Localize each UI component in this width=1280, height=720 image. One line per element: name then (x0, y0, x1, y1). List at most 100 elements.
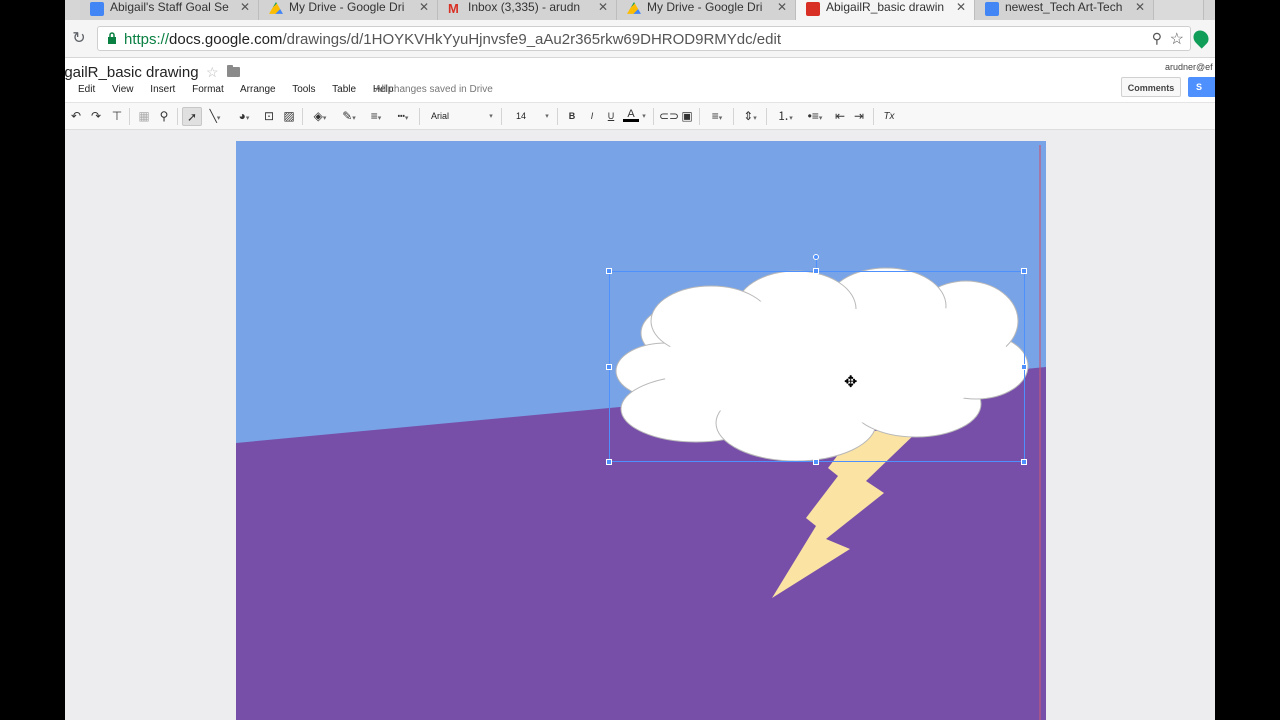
rotate-handle[interactable] (813, 254, 819, 260)
tab-basic-drawing[interactable]: AbigailR_basic drawin ✕ (796, 0, 975, 20)
bold-button[interactable]: B (565, 107, 579, 126)
lock-icon (108, 32, 116, 44)
reload-icon[interactable]: ↻ (69, 29, 89, 49)
line-weight-icon[interactable]: ≡▾ (365, 107, 387, 126)
line-tool-icon[interactable]: ╲▾ (205, 107, 225, 126)
text-box-icon[interactable]: ⊡ (261, 107, 277, 126)
google-drive-icon (627, 2, 641, 14)
resize-handle-s[interactable] (813, 459, 819, 465)
resize-handle-sw[interactable] (606, 459, 612, 465)
align-icon[interactable]: ≡▾ (705, 107, 729, 126)
comment-icon[interactable]: ▣ (679, 107, 695, 126)
close-icon[interactable]: ✕ (1135, 0, 1145, 14)
line-dash-icon[interactable]: ┅▾ (392, 107, 414, 126)
font-family-select[interactable]: Arial (431, 111, 449, 121)
drawing-canvas[interactable]: ✥ (236, 141, 1046, 720)
tab-title: Abigail's Staff Goal Se (110, 0, 229, 14)
new-tab-button[interactable] (1154, 0, 1204, 20)
star-icon[interactable]: ☆ (206, 64, 219, 81)
resize-handle-e[interactable] (1021, 364, 1027, 370)
guide-line (1039, 145, 1041, 720)
edit-toolbar: ↶ ↷ ⊤ ▦ ⚲ ➚ ╲▾ ◕▾ ⊡ ▨ ◈▾ ✎▾ ≡▾ ┅▾ Arial … (65, 102, 1215, 130)
close-icon[interactable]: ✕ (598, 0, 608, 14)
resize-handle-w[interactable] (606, 364, 612, 370)
google-drive-icon (269, 2, 283, 14)
tab-my-drive[interactable]: My Drive - Google Dri ✕ (259, 0, 438, 20)
close-icon[interactable]: ✕ (419, 0, 429, 14)
menu-table[interactable]: Table (332, 84, 356, 95)
comments-button[interactable]: Comments (1121, 77, 1181, 97)
selection-box (609, 271, 1025, 462)
close-icon[interactable]: ✕ (956, 0, 966, 14)
text-color-button[interactable]: A (623, 107, 639, 122)
save-status: All changes saved in Drive (375, 84, 493, 95)
redo-icon[interactable]: ↷ (89, 107, 103, 126)
document-title[interactable]: igailR_basic drawing (65, 64, 199, 81)
menu-arrange[interactable]: Arrange (240, 84, 276, 95)
folder-icon[interactable] (227, 65, 240, 77)
resize-handle-n[interactable] (813, 268, 819, 274)
fill-color-icon[interactable]: ◈▾ (308, 107, 332, 126)
chevron-down-icon[interactable]: ▾ (543, 107, 551, 126)
tab-tech-art[interactable]: newest_Tech Art-Tech ✕ (975, 0, 1154, 20)
zoom-fit-icon[interactable]: ▦ (137, 107, 151, 126)
undo-icon[interactable]: ↶ (69, 107, 83, 126)
google-docs-icon (90, 2, 104, 16)
numbered-list-icon[interactable]: ⒈▾ (773, 107, 797, 126)
shape-tool-icon[interactable]: ◕▾ (231, 107, 257, 126)
zoom-icon[interactable]: ⚲ (157, 107, 171, 126)
close-icon[interactable]: ✕ (777, 0, 787, 14)
gmail-icon: M (448, 1, 459, 16)
tab-my-drive-2[interactable]: My Drive - Google Dri ✕ (617, 0, 796, 20)
close-icon[interactable]: ✕ (240, 0, 250, 14)
docs-header: igailR_basic drawing ☆ Edit View Insert … (65, 58, 1215, 102)
menu-format[interactable]: Format (192, 84, 224, 95)
clear-formatting-button[interactable]: Tx (880, 107, 898, 126)
decrease-indent-icon[interactable]: ⇤ (832, 107, 848, 126)
extension-icon[interactable] (1190, 27, 1212, 49)
tab-title: My Drive - Google Dri (289, 0, 405, 14)
browser-toolbar: ↻ https://docs.google.com/drawings/d/1HO… (65, 20, 1215, 58)
tab-title: My Drive - Google Dri (647, 0, 763, 14)
bookmark-star-icon[interactable]: ☆ (1170, 29, 1184, 49)
tab-strip: Abigail's Staff Goal Se ✕ My Drive - Goo… (65, 0, 1215, 20)
url-host: docs.google.com (169, 31, 283, 48)
resize-handle-ne[interactable] (1021, 268, 1027, 274)
tab-title: AbigailR_basic drawin (826, 0, 945, 14)
image-icon[interactable]: ▨ (281, 107, 297, 126)
font-size-select[interactable]: 14 (516, 111, 526, 121)
url-protocol: https:// (124, 31, 170, 48)
address-bar[interactable]: https://docs.google.com/drawings/d/1HOYK… (97, 26, 1191, 51)
chevron-down-icon[interactable]: ▾ (640, 107, 648, 126)
browser-window: Abigail's Staff Goal Se ✕ My Drive - Goo… (65, 0, 1215, 720)
google-docs-icon (985, 2, 999, 16)
share-label: S (1196, 82, 1203, 92)
menu-edit[interactable]: Edit (78, 84, 95, 95)
line-spacing-icon[interactable]: ⇕▾ (738, 107, 762, 126)
tab-title: newest_Tech Art-Tech (1005, 0, 1123, 14)
italic-button[interactable]: I (585, 107, 599, 126)
account-email[interactable]: arudner@ef (1165, 62, 1213, 72)
bulleted-list-icon[interactable]: •≡▾ (803, 107, 827, 126)
menu-tools[interactable]: Tools (292, 84, 315, 95)
menu-bar: Edit View Insert Format Arrange Tools Ta… (78, 84, 407, 95)
resize-handle-se[interactable] (1021, 459, 1027, 465)
link-icon[interactable]: ⊂⊃ (659, 107, 679, 126)
chevron-down-icon[interactable]: ▾ (487, 107, 495, 126)
move-cursor-icon: ✥ (844, 374, 858, 391)
tab-title: Inbox (3,335) - arudn (468, 0, 581, 14)
paint-format-icon[interactable]: ⊤ (110, 107, 124, 126)
tab-inbox[interactable]: M Inbox (3,335) - arudn ✕ (438, 0, 617, 20)
url-text: https://docs.google.com/drawings/d/1HOYK… (124, 31, 781, 48)
url-path: /drawings/d/1HOYKVHkYyuHjnvsfe9_aAu2r365… (282, 31, 781, 48)
tab-staff-goal[interactable]: Abigail's Staff Goal Se ✕ (80, 0, 259, 20)
increase-indent-icon[interactable]: ⇥ (851, 107, 867, 126)
menu-view[interactable]: View (112, 84, 134, 95)
select-tool-icon[interactable]: ➚ (182, 107, 202, 126)
zoom-icon[interactable]: ⚲ (1152, 30, 1162, 47)
line-color-icon[interactable]: ✎▾ (337, 107, 361, 126)
underline-button[interactable]: U (604, 107, 618, 126)
share-button[interactable]: S (1188, 77, 1215, 97)
menu-insert[interactable]: Insert (150, 84, 175, 95)
resize-handle-nw[interactable] (606, 268, 612, 274)
